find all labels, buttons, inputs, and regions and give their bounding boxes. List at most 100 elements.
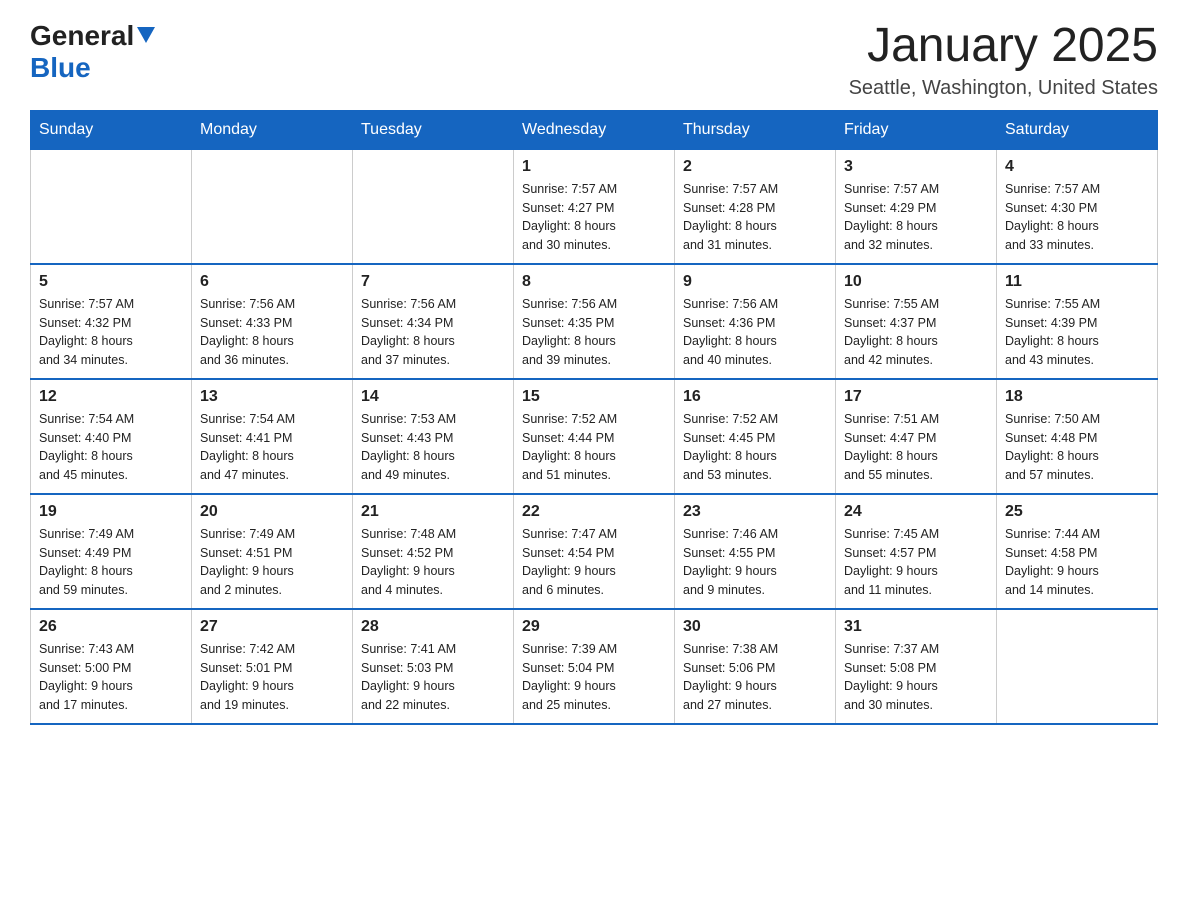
day-info: Sunrise: 7:47 AM Sunset: 4:54 PM Dayligh…: [522, 525, 666, 600]
day-number: 23: [683, 503, 827, 521]
day-info: Sunrise: 7:56 AM Sunset: 4:33 PM Dayligh…: [200, 295, 344, 370]
calendar-cell: 3 Sunrise: 7:57 AM Sunset: 4:29 PM Daylig…: [836, 149, 997, 264]
day-number: 20: [200, 503, 344, 521]
calendar-cell: 30 Sunrise: 7:38 AM Sunset: 5:06 PM Dayli…: [675, 609, 836, 724]
day-number: 16: [683, 388, 827, 406]
day-info: Sunrise: 7:56 AM Sunset: 4:34 PM Dayligh…: [361, 295, 505, 370]
day-info: Sunrise: 7:57 AM Sunset: 4:28 PM Dayligh…: [683, 180, 827, 255]
calendar-cell: [31, 149, 192, 264]
calendar-week-row: 1 Sunrise: 7:57 AM Sunset: 4:27 PM Daylig…: [31, 149, 1158, 264]
calendar-cell: [997, 609, 1158, 724]
day-number: 19: [39, 503, 183, 521]
calendar-cell: 19 Sunrise: 7:49 AM Sunset: 4:49 PM Dayli…: [31, 494, 192, 609]
day-number: 10: [844, 273, 988, 291]
day-info: Sunrise: 7:52 AM Sunset: 4:44 PM Dayligh…: [522, 410, 666, 485]
day-info: Sunrise: 7:49 AM Sunset: 4:49 PM Dayligh…: [39, 525, 183, 600]
day-info: Sunrise: 7:57 AM Sunset: 4:32 PM Dayligh…: [39, 295, 183, 370]
calendar-cell: 25 Sunrise: 7:44 AM Sunset: 4:58 PM Dayli…: [997, 494, 1158, 609]
day-number: 22: [522, 503, 666, 521]
calendar-week-row: 19 Sunrise: 7:49 AM Sunset: 4:49 PM Dayli…: [31, 494, 1158, 609]
day-number: 1: [522, 158, 666, 176]
calendar-cell: 29 Sunrise: 7:39 AM Sunset: 5:04 PM Dayli…: [514, 609, 675, 724]
day-number: 21: [361, 503, 505, 521]
day-info: Sunrise: 7:46 AM Sunset: 4:55 PM Dayligh…: [683, 525, 827, 600]
day-info: Sunrise: 7:48 AM Sunset: 4:52 PM Dayligh…: [361, 525, 505, 600]
calendar-cell: 7 Sunrise: 7:56 AM Sunset: 4:34 PM Daylig…: [353, 264, 514, 379]
calendar-day-header: Saturday: [997, 110, 1158, 149]
calendar-cell: 17Sunrise: 7:51 AM Sunset: 4:47 PM Dayli…: [836, 379, 997, 494]
calendar-day-header: Thursday: [675, 110, 836, 149]
day-number: 2: [683, 158, 827, 176]
calendar-day-header: Sunday: [31, 110, 192, 149]
calendar-cell: 27 Sunrise: 7:42 AM Sunset: 5:01 PM Dayli…: [192, 609, 353, 724]
day-info: Sunrise: 7:57 AM Sunset: 4:27 PM Dayligh…: [522, 180, 666, 255]
day-number: 14: [361, 388, 505, 406]
day-info: Sunrise: 7:55 AM Sunset: 4:39 PM Dayligh…: [1005, 295, 1149, 370]
day-info: Sunrise: 7:37 AM Sunset: 5:08 PM Dayligh…: [844, 640, 988, 715]
day-number: 13: [200, 388, 344, 406]
day-info: Sunrise: 7:56 AM Sunset: 4:35 PM Dayligh…: [522, 295, 666, 370]
page-header: General Blue January 2025 Seattle, Washi…: [30, 20, 1158, 100]
calendar-cell: 21 Sunrise: 7:48 AM Sunset: 4:52 PM Dayli…: [353, 494, 514, 609]
day-number: 4: [1005, 158, 1149, 176]
calendar-cell: 26Sunrise: 7:43 AM Sunset: 5:00 PM Dayli…: [31, 609, 192, 724]
calendar-cell: 28Sunrise: 7:41 AM Sunset: 5:03 PM Dayli…: [353, 609, 514, 724]
day-info: Sunrise: 7:53 AM Sunset: 4:43 PM Dayligh…: [361, 410, 505, 485]
calendar-cell: 23 Sunrise: 7:46 AM Sunset: 4:55 PM Dayli…: [675, 494, 836, 609]
logo-blue-text: Blue: [30, 52, 91, 83]
day-number: 29: [522, 618, 666, 636]
calendar-cell: 4 Sunrise: 7:57 AM Sunset: 4:30 PM Daylig…: [997, 149, 1158, 264]
day-number: 8: [522, 273, 666, 291]
day-info: Sunrise: 7:52 AM Sunset: 4:45 PM Dayligh…: [683, 410, 827, 485]
calendar-cell: 1 Sunrise: 7:57 AM Sunset: 4:27 PM Daylig…: [514, 149, 675, 264]
day-info: Sunrise: 7:44 AM Sunset: 4:58 PM Dayligh…: [1005, 525, 1149, 600]
calendar-table: SundayMondayTuesdayWednesdayThursdayFrid…: [30, 110, 1158, 725]
calendar-cell: 24 Sunrise: 7:45 AM Sunset: 4:57 PM Dayli…: [836, 494, 997, 609]
day-number: 9: [683, 273, 827, 291]
day-number: 3: [844, 158, 988, 176]
day-number: 5: [39, 273, 183, 291]
day-info: Sunrise: 7:54 AM Sunset: 4:41 PM Dayligh…: [200, 410, 344, 485]
calendar-cell: 11 Sunrise: 7:55 AM Sunset: 4:39 PM Dayli…: [997, 264, 1158, 379]
calendar-cell: [353, 149, 514, 264]
day-info: Sunrise: 7:39 AM Sunset: 5:04 PM Dayligh…: [522, 640, 666, 715]
day-number: 27: [200, 618, 344, 636]
calendar-day-header: Wednesday: [514, 110, 675, 149]
day-info: Sunrise: 7:45 AM Sunset: 4:57 PM Dayligh…: [844, 525, 988, 600]
day-info: Sunrise: 7:50 AM Sunset: 4:48 PM Dayligh…: [1005, 410, 1149, 485]
day-number: 25: [1005, 503, 1149, 521]
calendar-cell: 9Sunrise: 7:56 AM Sunset: 4:36 PM Daylig…: [675, 264, 836, 379]
logo-arrow-icon: [137, 27, 155, 50]
day-info: Sunrise: 7:57 AM Sunset: 4:29 PM Dayligh…: [844, 180, 988, 255]
calendar-cell: 13 Sunrise: 7:54 AM Sunset: 4:41 PM Dayli…: [192, 379, 353, 494]
day-number: 7: [361, 273, 505, 291]
calendar-cell: 2 Sunrise: 7:57 AM Sunset: 4:28 PM Daylig…: [675, 149, 836, 264]
day-number: 6: [200, 273, 344, 291]
day-number: 11: [1005, 273, 1149, 291]
day-info: Sunrise: 7:51 AM Sunset: 4:47 PM Dayligh…: [844, 410, 988, 485]
calendar-day-header: Friday: [836, 110, 997, 149]
day-number: 31: [844, 618, 988, 636]
day-info: Sunrise: 7:49 AM Sunset: 4:51 PM Dayligh…: [200, 525, 344, 600]
calendar-cell: 6 Sunrise: 7:56 AM Sunset: 4:33 PM Daylig…: [192, 264, 353, 379]
calendar-cell: 14 Sunrise: 7:53 AM Sunset: 4:43 PM Dayli…: [353, 379, 514, 494]
calendar-week-row: 26Sunrise: 7:43 AM Sunset: 5:00 PM Dayli…: [31, 609, 1158, 724]
day-number: 30: [683, 618, 827, 636]
calendar-cell: [192, 149, 353, 264]
calendar-day-header: Tuesday: [353, 110, 514, 149]
calendar-week-row: 12Sunrise: 7:54 AM Sunset: 4:40 PM Dayli…: [31, 379, 1158, 494]
calendar-cell: 10Sunrise: 7:55 AM Sunset: 4:37 PM Dayli…: [836, 264, 997, 379]
calendar-cell: 20 Sunrise: 7:49 AM Sunset: 4:51 PM Dayli…: [192, 494, 353, 609]
calendar-cell: 5 Sunrise: 7:57 AM Sunset: 4:32 PM Daylig…: [31, 264, 192, 379]
logo-general-text: General: [30, 20, 134, 52]
calendar-week-row: 5 Sunrise: 7:57 AM Sunset: 4:32 PM Daylig…: [31, 264, 1158, 379]
day-number: 15: [522, 388, 666, 406]
day-number: 12: [39, 388, 183, 406]
day-info: Sunrise: 7:42 AM Sunset: 5:01 PM Dayligh…: [200, 640, 344, 715]
calendar-cell: 22 Sunrise: 7:47 AM Sunset: 4:54 PM Dayli…: [514, 494, 675, 609]
day-number: 24: [844, 503, 988, 521]
day-info: Sunrise: 7:38 AM Sunset: 5:06 PM Dayligh…: [683, 640, 827, 715]
calendar-header-row: SundayMondayTuesdayWednesdayThursdayFrid…: [31, 110, 1158, 149]
day-info: Sunrise: 7:57 AM Sunset: 4:30 PM Dayligh…: [1005, 180, 1149, 255]
calendar-cell: 18Sunrise: 7:50 AM Sunset: 4:48 PM Dayli…: [997, 379, 1158, 494]
